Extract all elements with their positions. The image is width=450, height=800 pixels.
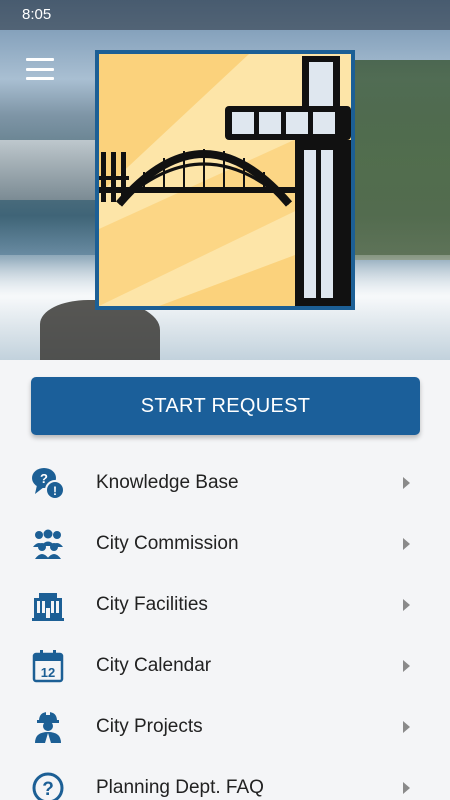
hero-buildings	[0, 140, 95, 200]
people-group-icon	[31, 527, 65, 561]
chevron-right-icon	[403, 659, 410, 672]
svg-text:12: 12	[41, 665, 55, 680]
menu-item-city-calendar[interactable]: 12 City Calendar	[0, 635, 450, 696]
hardhat-worker-icon	[31, 710, 65, 744]
svg-text:?: ?	[40, 471, 48, 486]
main-menu-list: ? ! Knowledge Base City Commission City …	[0, 452, 450, 800]
chevron-right-icon	[403, 720, 410, 733]
hero-trees	[340, 60, 450, 260]
building-icon	[31, 588, 65, 622]
menu-item-label: City Calendar	[96, 654, 212, 676]
menu-item-planning-faq[interactable]: ? Planning Dept. FAQ	[0, 757, 450, 800]
chevron-right-icon	[403, 537, 410, 550]
start-request-label: START REQUEST	[140, 394, 311, 417]
chevron-right-icon	[403, 598, 410, 611]
bridge-and-elevator-logo	[99, 54, 351, 306]
status-time: 8:05	[22, 6, 52, 23]
menu-item-label: City Commission	[96, 532, 239, 554]
menu-item-label: City Projects	[96, 715, 203, 737]
hamburger-menu-icon[interactable]	[26, 58, 54, 80]
chevron-right-icon	[403, 781, 410, 794]
chevron-right-icon	[403, 476, 410, 489]
svg-text:?: ?	[42, 779, 54, 800]
status-bar: 8:05	[0, 0, 450, 30]
city-logo	[95, 50, 355, 310]
question-circle-icon: ?	[31, 771, 65, 800]
menu-item-knowledge-base[interactable]: ? ! Knowledge Base	[0, 452, 450, 513]
svg-text:!: !	[53, 484, 57, 498]
menu-item-city-facilities[interactable]: City Facilities	[0, 574, 450, 635]
menu-item-label: Planning Dept. FAQ	[96, 776, 264, 798]
menu-line	[26, 77, 54, 80]
menu-line	[26, 67, 54, 71]
menu-line	[26, 58, 54, 61]
calendar-icon: 12	[31, 649, 65, 683]
menu-item-city-commission[interactable]: City Commission	[0, 513, 450, 574]
question-chat-icon: ? !	[31, 466, 65, 500]
start-request-button[interactable]: START REQUEST	[31, 377, 420, 435]
menu-item-label: Knowledge Base	[96, 471, 239, 493]
menu-item-city-projects[interactable]: City Projects	[0, 696, 450, 757]
menu-item-label: City Facilities	[96, 593, 208, 615]
